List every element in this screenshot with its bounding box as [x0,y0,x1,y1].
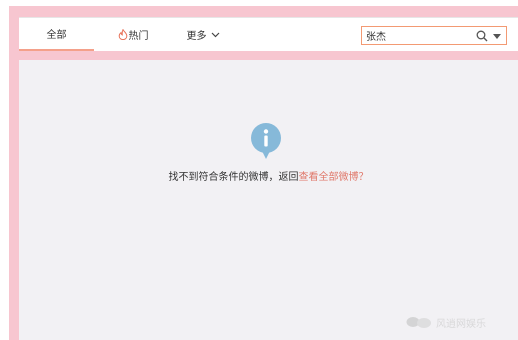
search-input[interactable] [366,28,466,43]
search-icon[interactable] [476,30,488,42]
tab-hot[interactable]: 热门 [103,18,163,51]
frame-top-strip [9,6,518,17]
frame-mid-strip [9,51,518,60]
empty-state-message: 找不到符合条件的微博，返回查看全部微博？ [19,168,518,183]
chevron-down-icon [211,32,219,37]
watermark: 风逍网娱乐 [405,314,515,330]
tab-more-dropdown[interactable]: 更多 [173,18,233,51]
tab-more-label: 更多 [186,31,207,42]
watermark-logo-icon [406,317,431,328]
empty-state-question-mark: ？ [358,172,369,183]
view-all-weibo-link[interactable]: 查看全部微博 [299,172,359,183]
search-box [361,26,507,45]
filter-tab-bar: 全部 热门 更多 [19,17,518,51]
flame-icon [118,29,127,40]
tab-all-label: 全部 [46,30,67,41]
empty-state-text: 找不到符合条件的微博，返回 [168,172,299,183]
watermark-text: 风逍网娱乐 [436,318,486,330]
caret-down-icon[interactable] [493,34,501,39]
info-icon [251,123,281,159]
tab-all[interactable]: 全部 [19,18,94,51]
search-results-area: 找不到符合条件的微博，返回查看全部微博？ [19,60,518,340]
tab-hot-label: 热门 [128,31,149,42]
